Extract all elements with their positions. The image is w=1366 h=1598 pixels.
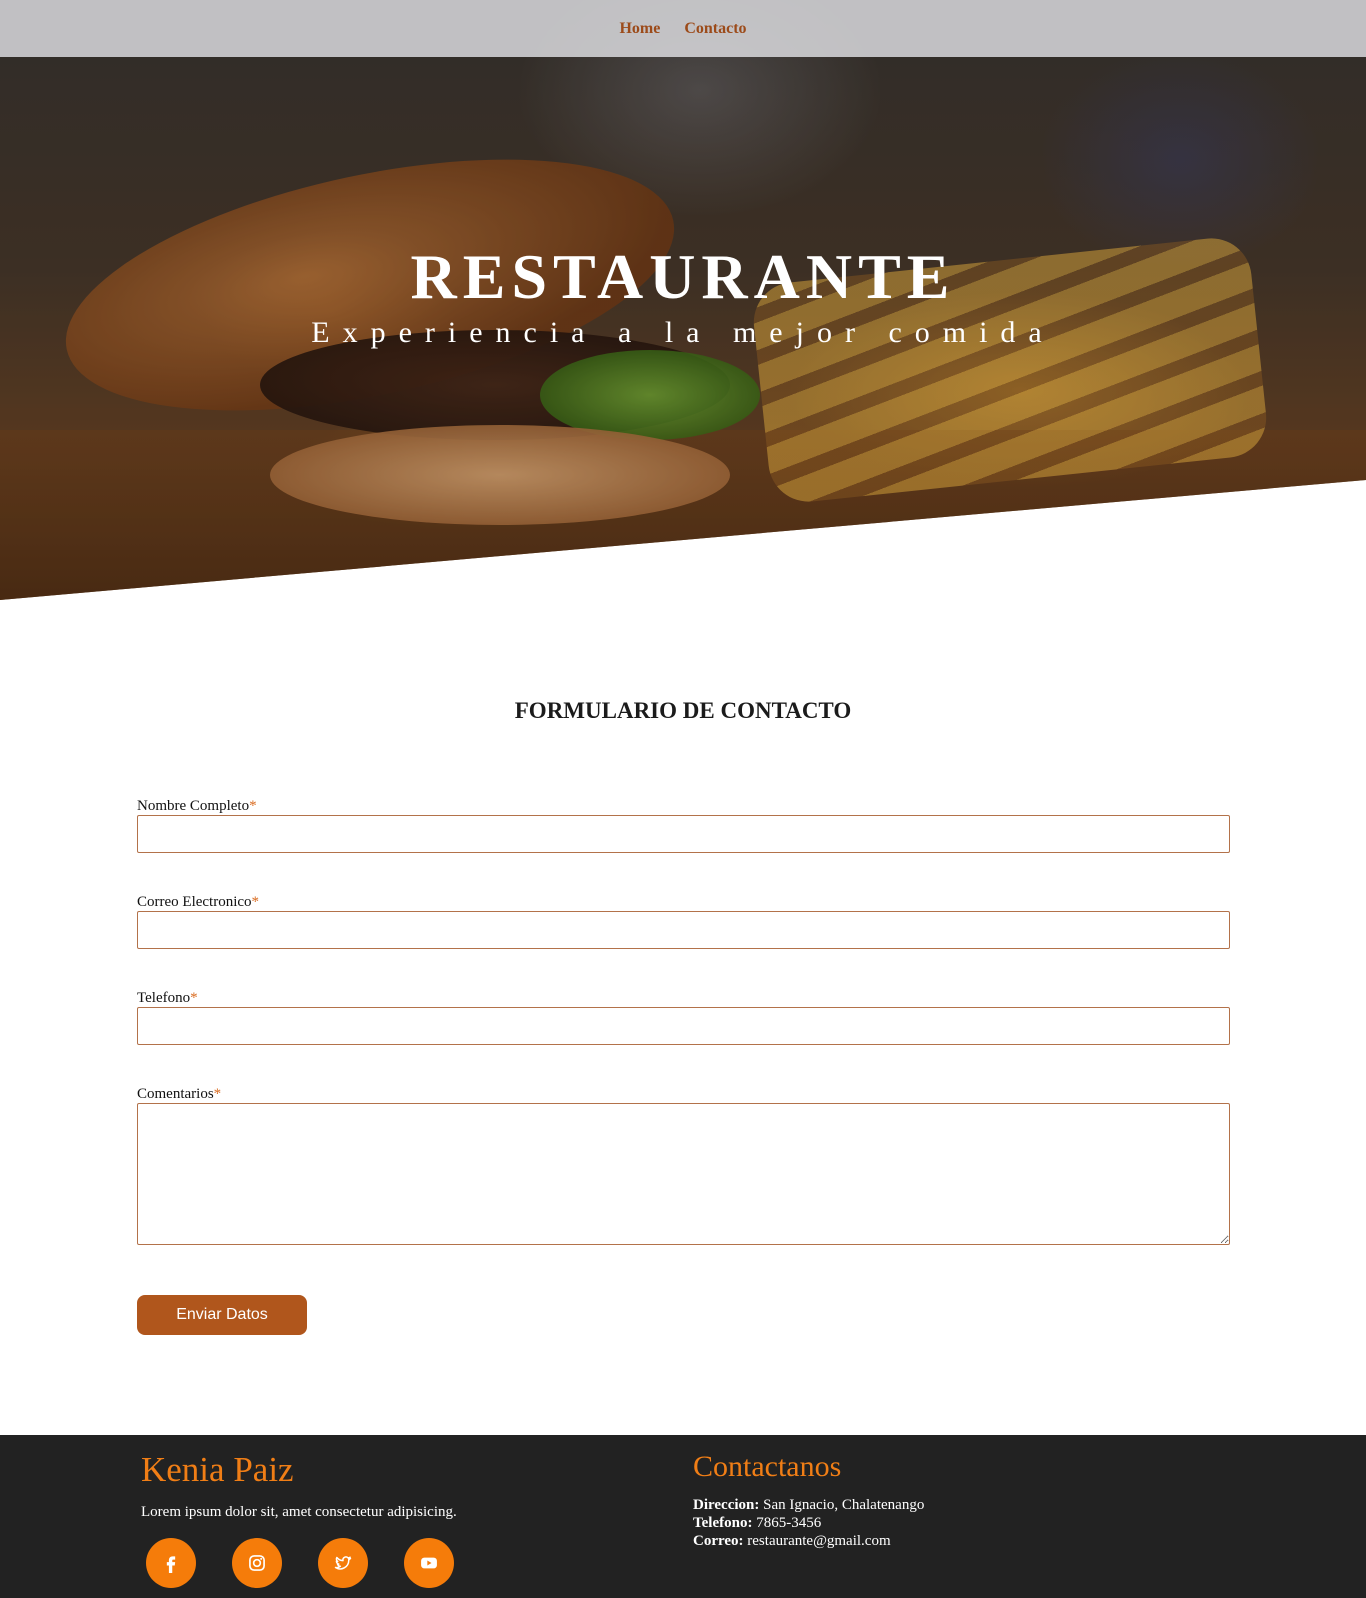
nombre-input[interactable] [137,815,1230,853]
field-label-telefono: Telefono* [137,989,1230,1007]
label-text: Telefono [137,990,191,1006]
form-title: FORMULARIO DE CONTACTO [514,698,852,723]
footer: Kenia Paiz Lorem ipsum dolor sit, amet c… [0,1435,1366,1598]
footer-description: Lorem ipsum dolor sit, amet consectetur … [141,1504,457,1520]
comentarios-textarea[interactable] [137,1103,1230,1245]
field-label-correo: Correo Electronico* [137,893,1230,911]
top-navbar: Home Contacto [0,0,1366,57]
contact-address: Direccion: San Ignacio, Chalatenango [693,1496,924,1514]
instagram-icon [249,1555,265,1571]
phone-label: Telefono: [693,1515,753,1531]
phone-value: 7865-3456 [756,1515,822,1531]
address-label: Direccion: [693,1497,760,1513]
contact-email: Correo: restaurante@gmail.com [693,1532,924,1550]
youtube-icon [421,1557,437,1569]
address-value: San Ignacio, Chalatenango [763,1497,925,1513]
social-links [146,1538,454,1588]
required-mark: * [190,990,198,1006]
field-group-telefono: Telefono* [137,989,1230,1045]
required-mark: * [251,894,260,910]
instagram-link[interactable] [232,1538,282,1588]
required-mark: * [213,1086,222,1102]
label-text: Comentarios [137,1086,214,1102]
field-group-comentarios: Comentarios* [137,1085,1230,1245]
footer-contact-title: Contactanos [693,1450,842,1483]
contact-phone: Telefono: 7865-3456 [693,1514,924,1532]
nav-link-contacto[interactable]: Contacto [684,20,746,38]
telefono-input[interactable] [137,1007,1230,1045]
twitter-icon [334,1556,352,1570]
label-text: Nombre Completo [137,798,250,814]
footer-name: Kenia Paiz [141,1450,294,1489]
field-label-nombre: Nombre Completo* [137,797,1230,815]
facebook-icon [166,1556,176,1573]
required-mark: * [249,798,257,814]
hero-subtitle: Experiencia a la mejor comida [311,316,1055,349]
email-value: restaurante@gmail.com [747,1533,891,1549]
hero-title: RESTAURANTE [410,241,956,312]
submit-button[interactable]: Enviar Datos [137,1295,307,1335]
facebook-link[interactable] [146,1538,196,1588]
field-label-comentarios: Comentarios* [137,1085,1230,1103]
contact-info: Direccion: San Ignacio, Chalatenango Tel… [693,1496,924,1550]
email-label: Correo: [693,1533,744,1549]
hero-banner: RESTAURANTE Experiencia a la mejor comid… [0,0,1366,600]
nav-link-home[interactable]: Home [619,20,660,38]
field-group-nombre: Nombre Completo* [137,797,1230,853]
email-input[interactable] [137,911,1230,949]
field-group-correo: Correo Electronico* [137,893,1230,949]
youtube-link[interactable] [404,1538,454,1588]
twitter-link[interactable] [318,1538,368,1588]
label-text: Correo Electronico [137,894,252,910]
